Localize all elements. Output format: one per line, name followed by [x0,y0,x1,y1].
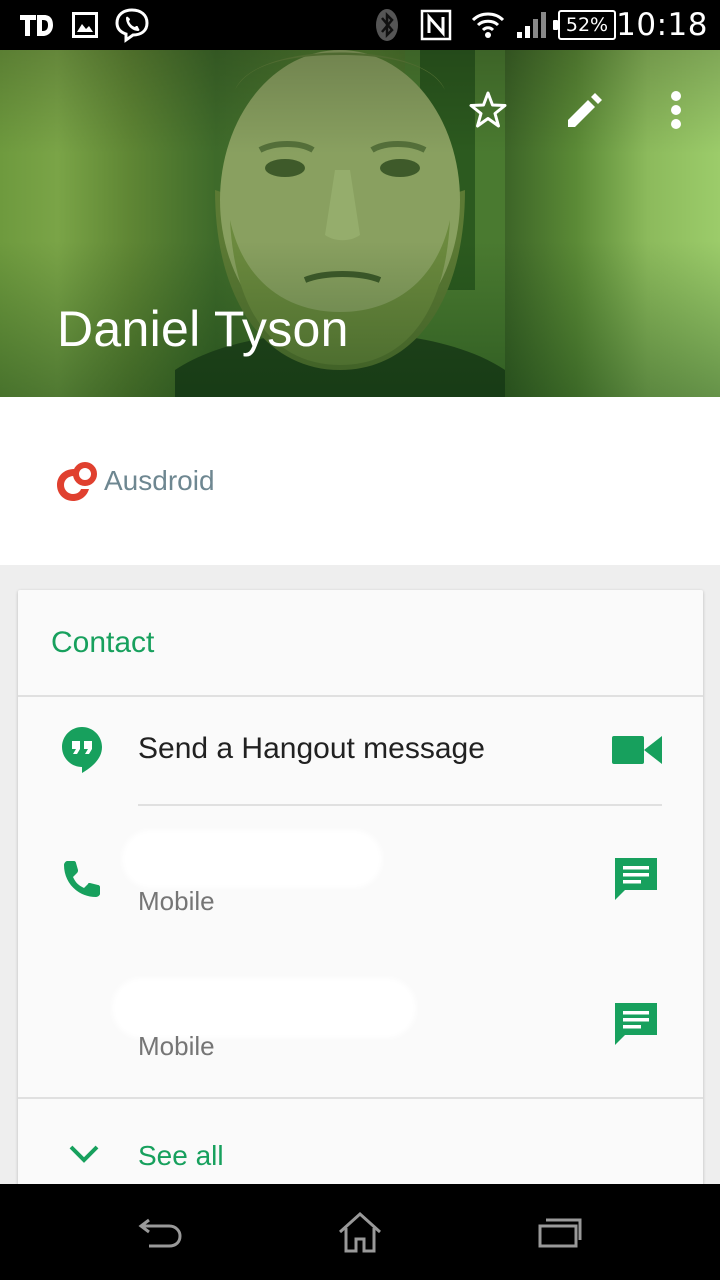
status-time: 10:18 [616,7,708,43]
video-call-icon[interactable] [612,726,662,774]
phone-type-label: Mobile [138,886,215,916]
account-section: Ausdroid [0,397,720,565]
bluetooth-icon [372,0,402,50]
card-header-divider [18,695,703,697]
nfc-icon [418,0,454,50]
account-label[interactable]: Ausdroid [104,461,215,501]
carrier-logo-icon [14,0,58,50]
chevron-down-icon[interactable] [60,1130,108,1178]
viber-icon [112,0,152,50]
see-all-divider [18,1097,703,1099]
home-icon[interactable] [330,1202,390,1262]
contact-card: Contact Send a Hangout message Mobile Mo… [18,590,703,1210]
hangouts-icon [58,726,106,774]
image-notification-icon [70,0,100,50]
contact-name: Daniel Tyson [57,301,349,357]
redacted-phone-number[interactable] [116,982,412,1034]
hangout-divider [138,804,662,806]
ausdroid-logo-icon [57,462,97,501]
battery-percent: 52% [565,14,609,36]
wifi-icon [470,0,506,50]
signal-icon [514,0,550,50]
star-icon[interactable] [464,86,512,134]
recent-apps-icon[interactable] [530,1202,590,1262]
phone-type-label: Mobile [138,1031,215,1061]
navigation-bar [0,1184,720,1280]
edit-icon[interactable] [560,86,608,134]
back-icon[interactable] [130,1202,190,1262]
phone-icon [58,855,106,903]
more-vert-icon[interactable] [652,86,700,134]
see-all-button[interactable]: See all [138,1140,224,1172]
contact-photo-header: Daniel Tyson [0,50,720,397]
message-icon[interactable] [612,1000,660,1048]
hangout-message-label[interactable]: Send a Hangout message [138,732,485,766]
battery-icon: 52% [553,10,616,40]
card-title: Contact [51,626,155,659]
redacted-phone-number[interactable] [126,834,378,884]
status-bar: 52% 10:18 [0,0,720,50]
message-icon[interactable] [612,855,660,903]
